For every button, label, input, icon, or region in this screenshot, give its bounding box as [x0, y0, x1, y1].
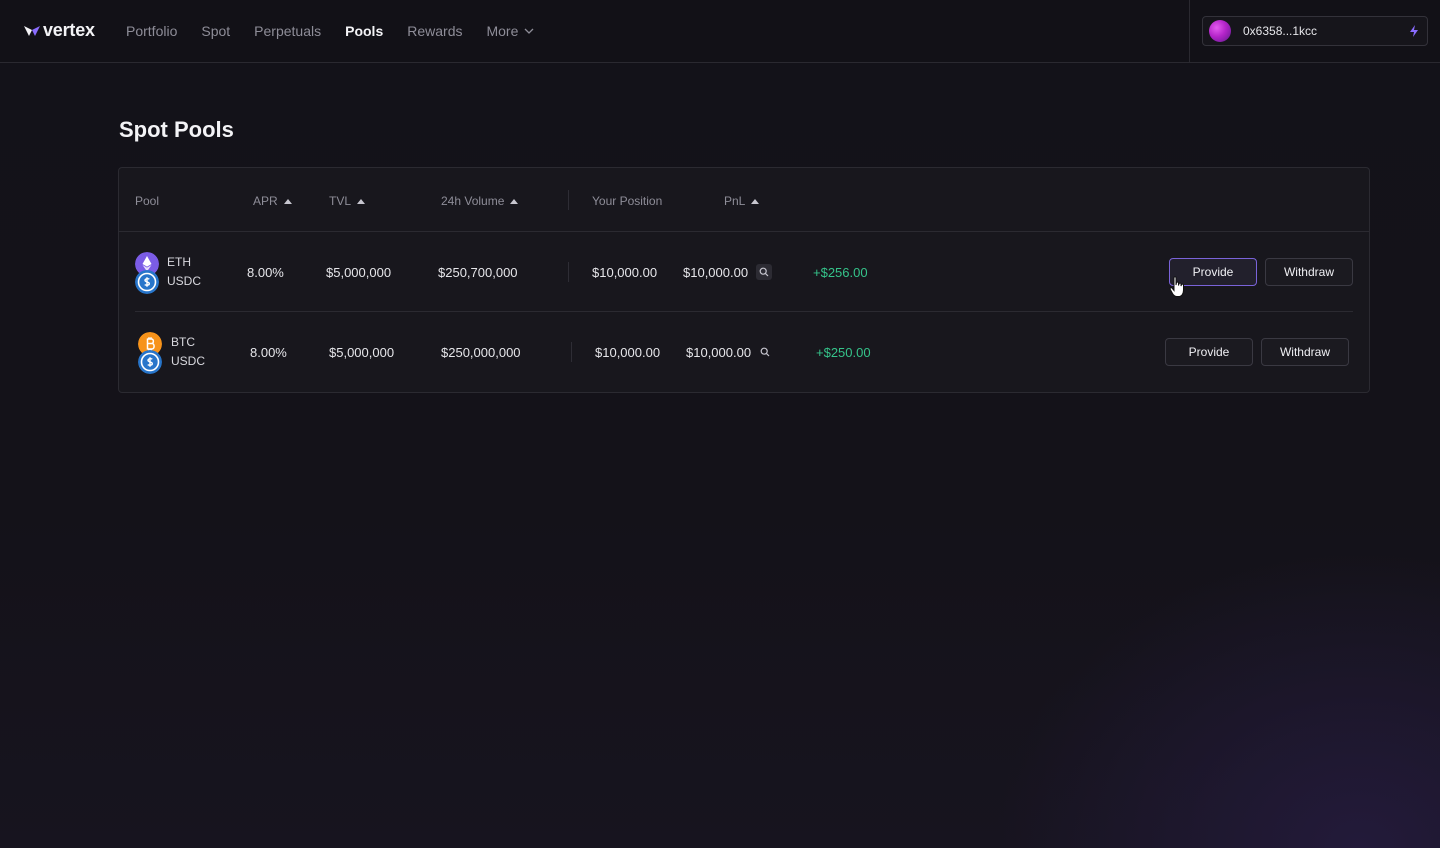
- nav-item-perpetuals[interactable]: Perpetuals: [242, 23, 333, 39]
- main-nav: Portfolio Spot Perpetuals Pools Rewards …: [114, 0, 546, 62]
- column-separator: [568, 190, 569, 210]
- column-header-apr[interactable]: APR: [253, 194, 292, 208]
- top-navigation-bar: vertex Portfolio Spot Perpetuals Pools R…: [0, 0, 1440, 63]
- position-value: $10,000.00: [592, 265, 658, 280]
- usdc-token-icon: [138, 350, 162, 374]
- base-token-label: ETH: [167, 255, 191, 269]
- quote-token-label: USDC: [167, 274, 202, 288]
- sort-caret-icon: [510, 198, 519, 204]
- apr-value: 8.00%: [250, 345, 287, 360]
- column-header-tvl[interactable]: TVL: [329, 194, 366, 208]
- search-icon[interactable]: [756, 264, 772, 280]
- position-usd-value: $10,000.00: [686, 345, 752, 360]
- magnifier-glyph: [760, 347, 770, 357]
- provide-button[interactable]: Provide: [1165, 338, 1253, 366]
- column-label-volume: 24h Volume: [441, 194, 505, 208]
- withdraw-button[interactable]: Withdraw: [1261, 338, 1349, 366]
- column-header-position: Your Position: [592, 194, 662, 208]
- volume-value: $250,700,000: [438, 265, 518, 280]
- header-divider: [1189, 0, 1190, 62]
- column-separator: [568, 262, 569, 282]
- wallet-button[interactable]: 0x6358...1kcc: [1202, 16, 1428, 46]
- column-label-position: Your Position: [592, 194, 663, 208]
- magnifier-glyph: [759, 267, 769, 277]
- column-header-volume[interactable]: 24h Volume: [441, 194, 519, 208]
- tvl-value: $5,000,000: [329, 345, 395, 360]
- search-icon[interactable]: [757, 344, 773, 360]
- wallet-avatar: [1209, 20, 1231, 42]
- nav-item-pools[interactable]: Pools: [333, 23, 395, 39]
- column-label-tvl: TVL: [329, 194, 352, 208]
- vertex-logo-icon: [24, 25, 40, 36]
- vertex-logo[interactable]: vertex: [24, 20, 95, 41]
- sort-caret-icon: [283, 198, 292, 204]
- nav-item-more[interactable]: More: [474, 23, 546, 39]
- tvl-value: $5,000,000: [326, 265, 392, 280]
- column-label-pnl: PnL: [724, 194, 746, 208]
- position-usd-value: $10,000.00: [683, 265, 749, 280]
- quote-token-label: USDC: [171, 354, 206, 368]
- nav-item-rewards[interactable]: Rewards: [395, 23, 474, 39]
- wallet-address: 0x6358...1kcc: [1243, 24, 1318, 38]
- withdraw-button[interactable]: Withdraw: [1265, 258, 1353, 286]
- nav-item-portfolio[interactable]: Portfolio: [114, 23, 189, 39]
- apr-value: 8.00%: [247, 265, 284, 280]
- column-separator: [571, 342, 572, 362]
- table-row-eth-usdc: ETH USDC 8.00% $5,000,000 $250,700,000 $…: [119, 232, 1369, 312]
- column-label-apr: APR: [253, 194, 278, 208]
- column-header-pool: Pool: [135, 194, 159, 208]
- hand-pointer-icon: [1169, 276, 1184, 297]
- usdc-token-icon: [135, 270, 159, 294]
- column-label-pool: Pool: [135, 194, 160, 208]
- pnl-value: +$250.00: [816, 345, 871, 360]
- column-header-pnl[interactable]: PnL: [724, 194, 760, 208]
- brand-name: vertex: [43, 20, 95, 40]
- chevron-down-icon: [524, 28, 534, 34]
- table-row-btc-usdc: BTC USDC 8.00% $5,000,000 $250,000,000 $…: [119, 312, 1369, 392]
- volume-value: $250,000,000: [441, 345, 521, 360]
- nav-more-label: More: [486, 23, 519, 39]
- sort-caret-icon: [751, 198, 760, 204]
- bolt-icon: [1410, 25, 1418, 37]
- table-header: Pool APR TVL 24h Volume Your Position Pn…: [119, 168, 1369, 232]
- page-title: Spot Pools: [119, 117, 234, 142]
- position-value: $10,000.00: [595, 345, 661, 360]
- base-token-label: BTC: [171, 335, 195, 349]
- sort-caret-icon: [357, 198, 366, 204]
- pnl-value: +$256.00: [813, 265, 868, 280]
- nav-item-spot[interactable]: Spot: [189, 23, 242, 39]
